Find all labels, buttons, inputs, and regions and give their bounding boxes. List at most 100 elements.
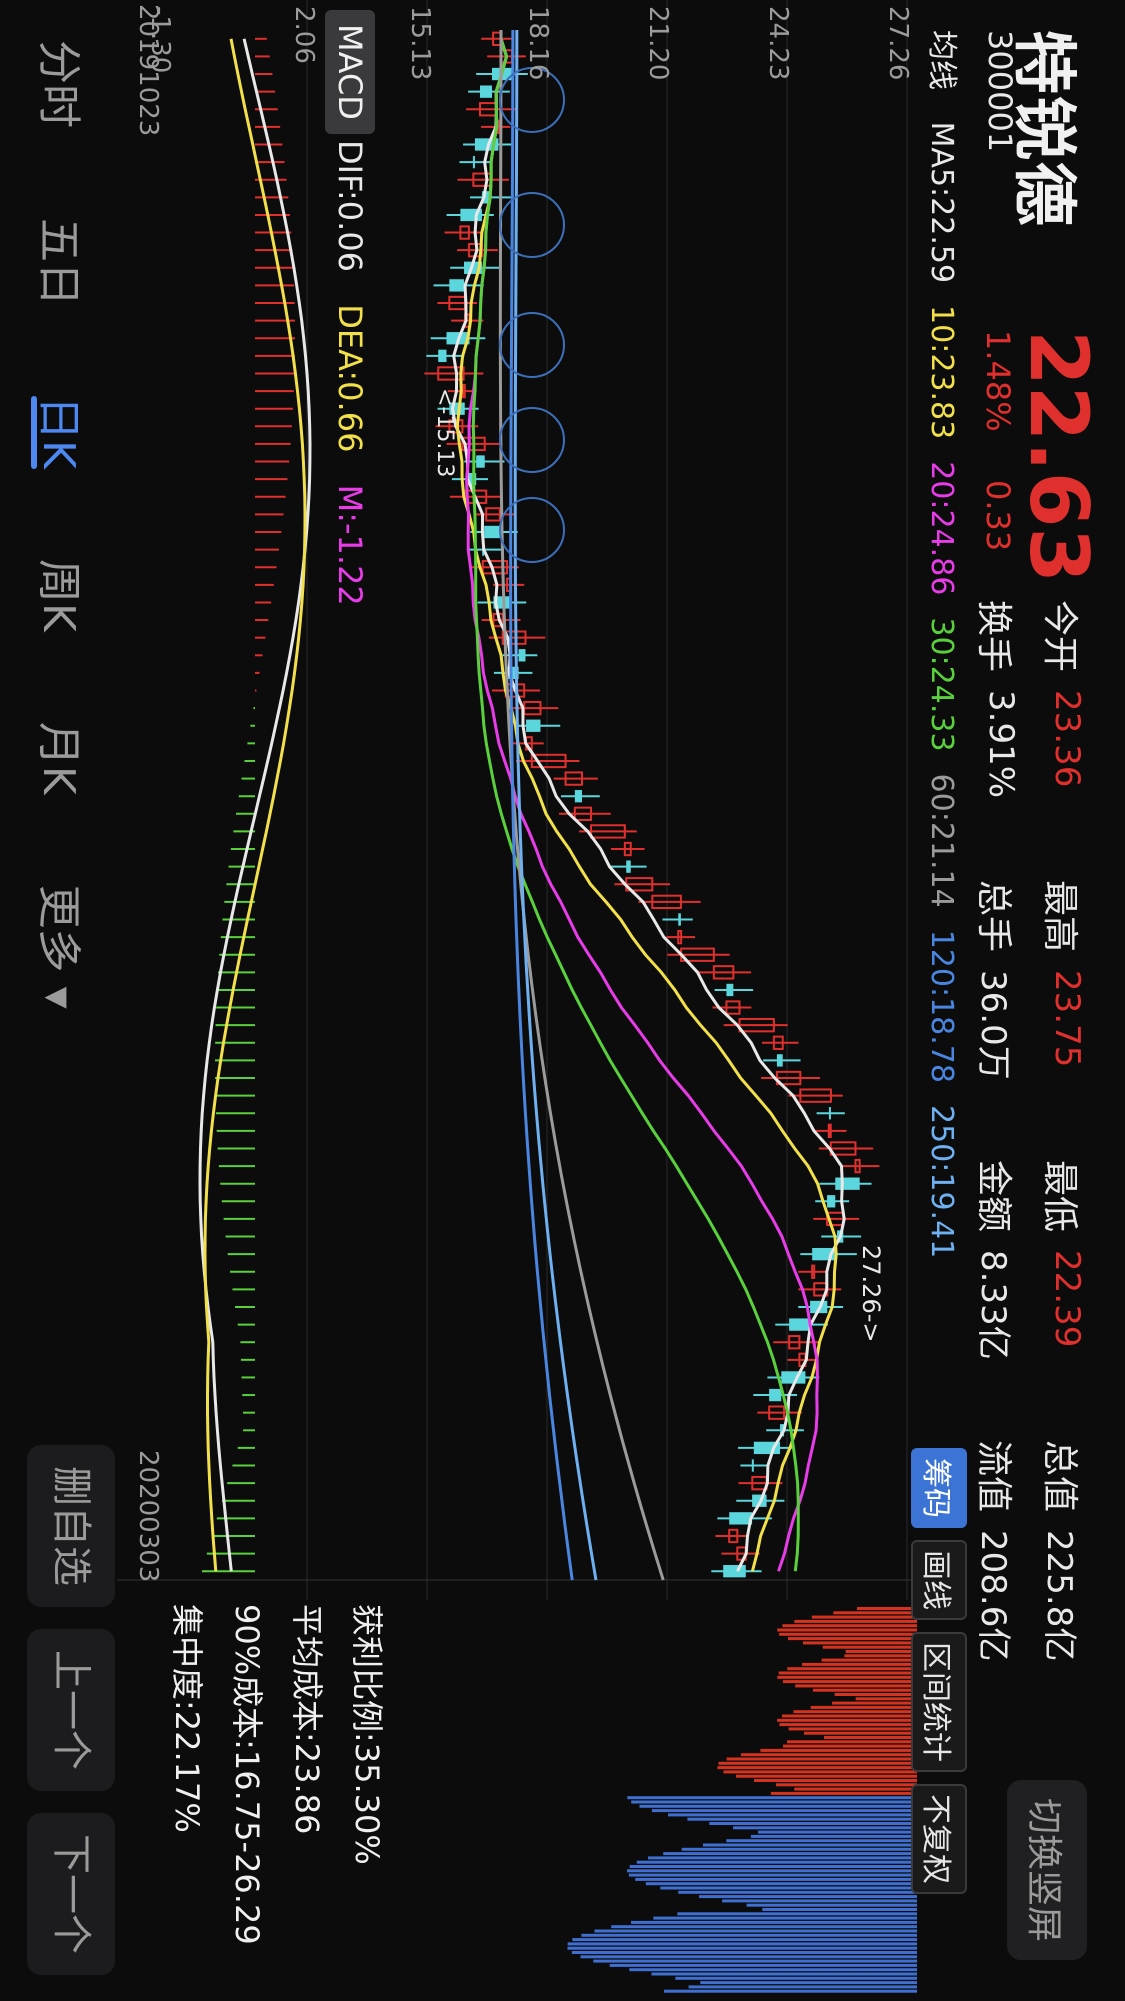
chip-bar <box>581 1933 917 1937</box>
chip-bar <box>844 1654 917 1658</box>
next-button[interactable]: 下一个 <box>27 1813 115 1975</box>
candle-body <box>461 383 466 399</box>
candle-body <box>574 790 583 803</box>
ma-item: 30:24.33 <box>924 617 959 752</box>
chip-bar <box>717 1766 917 1770</box>
chip-bar <box>746 1903 917 1907</box>
period-tab[interactable]: 日K <box>31 396 95 469</box>
macd-tag[interactable]: MACD <box>325 10 375 134</box>
chip-bar <box>777 1718 917 1722</box>
chip-bar <box>787 1637 917 1641</box>
chip-bar <box>824 1736 917 1739</box>
candle-body <box>726 983 734 997</box>
axis-label-21.20: 21.20 <box>643 6 673 81</box>
chip-bar <box>783 1744 917 1748</box>
stat-value: 208.6亿 <box>973 1530 1013 1662</box>
chip-bar <box>726 1839 917 1843</box>
chip-bar <box>580 1955 917 1959</box>
macd-dea: DEA:0.66 <box>331 304 369 453</box>
stat-label: 金额 <box>973 1160 1014 1233</box>
ma-line <box>498 29 665 1581</box>
stat-value: 225.8亿 <box>1039 1530 1079 1662</box>
candle-body <box>484 525 500 539</box>
period-active-indicator <box>31 396 37 469</box>
candle-body <box>449 279 465 292</box>
chart-tools: 筹码 画线 区间统计 不复权 <box>911 1448 967 1894</box>
chip-bar <box>639 1804 917 1808</box>
chip-bar <box>857 1607 917 1610</box>
candle-body <box>827 1195 836 1208</box>
chips-toggle[interactable]: 筹码 <box>911 1448 967 1528</box>
candle-body <box>828 1107 831 1120</box>
chip-bar <box>782 1680 917 1684</box>
period-tab-label: 更多 ▾ <box>33 884 84 1009</box>
ma-item: 250:19.41 <box>924 1104 959 1259</box>
remove-watchlist-button[interactable]: 删自选 <box>27 1445 115 1607</box>
chip-bar <box>627 1869 917 1873</box>
period-tab[interactable]: 分时 <box>31 40 95 128</box>
ma-item: 20:24.86 <box>924 461 959 596</box>
candle-body <box>789 1318 811 1331</box>
chip-bar <box>794 1619 917 1623</box>
date-end: 20200303 <box>133 1450 163 1583</box>
stat-value: 3.91% <box>981 690 1021 799</box>
date-start: 20191023 <box>133 4 163 137</box>
chip-bar <box>631 1920 917 1924</box>
candle-body <box>518 649 526 662</box>
chip-bar <box>778 1671 917 1675</box>
chip-bar <box>629 1865 917 1868</box>
period-tab[interactable]: 周K <box>31 559 95 632</box>
candle-body <box>781 1371 806 1384</box>
stat-label: 总值 <box>1039 1440 1080 1513</box>
candle-body <box>479 85 493 98</box>
stat-value: 22.39 <box>1047 1250 1087 1348</box>
axis-label-24.23: 24.23 <box>763 6 793 81</box>
chip-bar <box>722 1899 917 1903</box>
chip-bar <box>651 1809 917 1813</box>
stat-label: 换手 <box>973 600 1014 673</box>
candle-body <box>769 1388 782 1402</box>
chip-bar <box>567 1946 917 1950</box>
candle-body <box>526 719 541 732</box>
chip-bar <box>631 1800 917 1804</box>
range-stats-button[interactable]: 区间统计 <box>911 1632 967 1772</box>
previous-button[interactable]: 上一个 <box>27 1629 115 1791</box>
axis-label-18.16: 18.16 <box>523 6 553 81</box>
chip-bar <box>812 1688 917 1692</box>
period-tab[interactable]: 月K <box>31 722 95 795</box>
chip-bar <box>777 1675 917 1679</box>
macd-chart <box>198 37 312 1573</box>
switch-portrait-button[interactable]: 切换竖屏 <box>1007 1780 1087 1961</box>
macd-values: DIF:0.06 DEA:0.66 M:-1.22 <box>331 140 369 606</box>
chip-bar <box>723 1770 917 1774</box>
chip-bar <box>675 1976 917 1980</box>
candle-body <box>678 913 681 926</box>
chip-bar <box>635 1877 917 1881</box>
cost-90: 90%成本:16.75-26.29 <box>228 1604 266 1945</box>
change-amount: 0.33 <box>979 480 1017 552</box>
candle-body <box>476 455 485 468</box>
chip-bar <box>629 1968 917 1972</box>
chip-bar <box>651 1972 917 1976</box>
chip-bar <box>788 1727 917 1731</box>
chip-bar <box>770 1791 917 1795</box>
chip-bar <box>709 1822 917 1825</box>
chip-bar <box>702 1843 917 1847</box>
chip-bar <box>664 1989 917 1993</box>
stat-value: 23.36 <box>1047 690 1087 788</box>
candle-body <box>472 155 475 169</box>
draw-line-button[interactable]: 画线 <box>911 1540 967 1620</box>
adjust-button[interactable]: 不复权 <box>911 1784 967 1894</box>
chip-bar <box>681 1847 917 1851</box>
ma-item: 10:23.83 <box>924 305 959 440</box>
bottom-buttons: 删自选 上一个 下一个 <box>27 1445 115 1975</box>
period-tab[interactable]: 五日 <box>31 218 95 306</box>
chip-bar <box>801 1662 917 1666</box>
period-tab[interactable]: 更多 ▾ <box>31 885 95 1009</box>
candle-body <box>835 1177 860 1190</box>
current-price: 22.63 <box>1012 330 1105 584</box>
chip-bar <box>787 1667 917 1671</box>
chip-bar <box>636 1860 917 1864</box>
chip-bar <box>678 1890 917 1894</box>
chip-bar <box>803 1731 917 1735</box>
